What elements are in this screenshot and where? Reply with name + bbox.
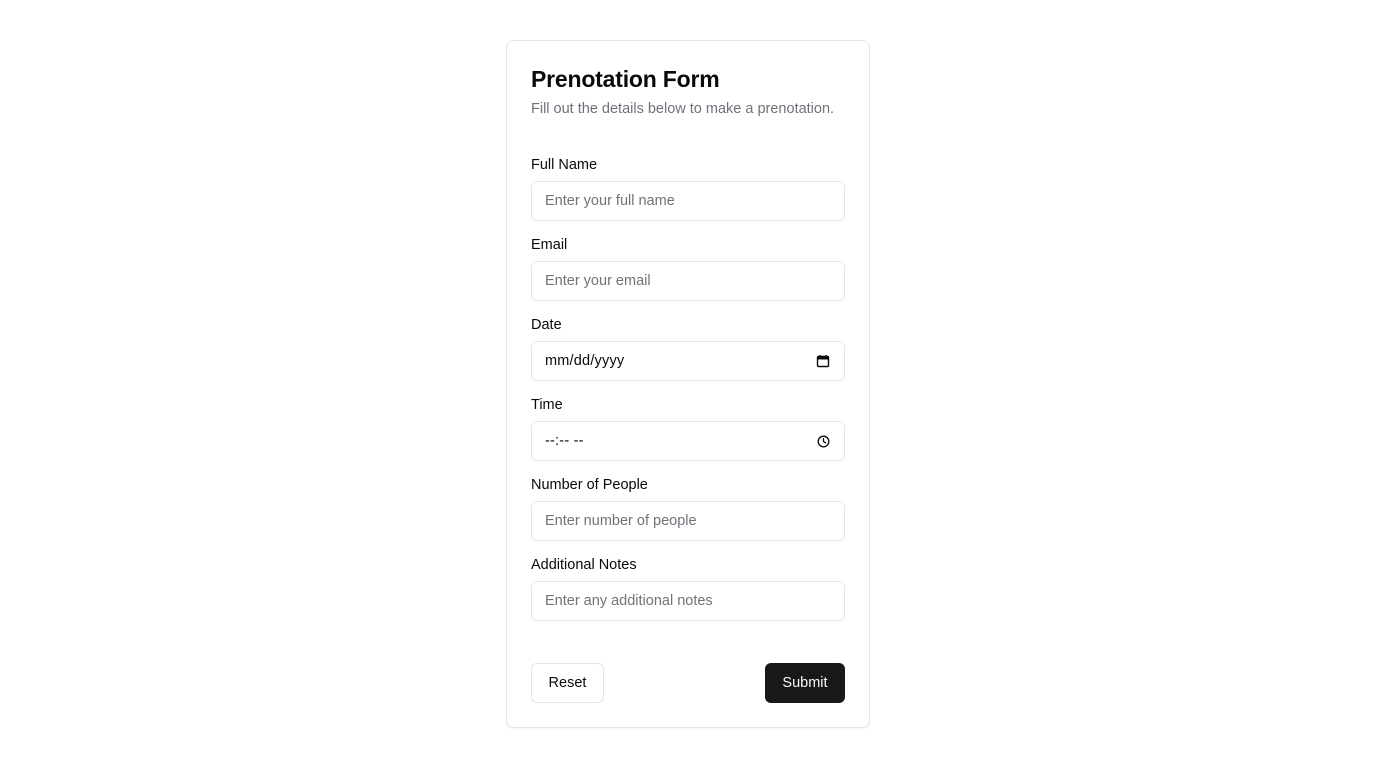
- full-name-label: Full Name: [531, 157, 598, 173]
- email-field: Email Enter your email: [531, 235, 845, 301]
- people-input[interactable]: Enter number of people: [531, 501, 845, 541]
- form-actions: Reset Submit: [531, 663, 845, 703]
- people-placeholder: Enter number of people: [545, 513, 697, 529]
- prenotation-form: Full Name Enter your full name Email Ent…: [531, 155, 845, 621]
- full-name-input[interactable]: Enter your full name: [531, 181, 845, 221]
- people-field: Number of People Enter number of people: [531, 475, 845, 541]
- form-subtitle: Fill out the details below to make a pre…: [531, 101, 835, 117]
- reset-button[interactable]: Reset: [531, 663, 604, 703]
- calendar-icon[interactable]: [816, 354, 830, 368]
- people-label: Number of People: [531, 477, 648, 493]
- notes-placeholder: Enter any additional notes: [545, 593, 713, 609]
- clock-icon[interactable]: [816, 434, 830, 448]
- time-label: Time: [531, 397, 563, 413]
- time-value: --:-- --: [545, 433, 584, 449]
- email-placeholder: Enter your email: [545, 273, 651, 289]
- date-value: mm/dd/yyyy: [545, 353, 625, 369]
- notes-field: Additional Notes Enter any additional no…: [531, 555, 845, 621]
- full-name-field: Full Name Enter your full name: [531, 155, 845, 221]
- time-input[interactable]: --:-- --: [531, 421, 845, 461]
- notes-input[interactable]: Enter any additional notes: [531, 581, 845, 621]
- time-field: Time --:-- --: [531, 395, 845, 461]
- date-input[interactable]: mm/dd/yyyy: [531, 341, 845, 381]
- full-name-placeholder: Enter your full name: [545, 193, 675, 209]
- date-field: Date mm/dd/yyyy: [531, 315, 845, 381]
- date-label: Date: [531, 317, 562, 333]
- form-title: Prenotation Form: [531, 66, 720, 92]
- submit-button[interactable]: Submit: [765, 663, 845, 703]
- email-input[interactable]: Enter your email: [531, 261, 845, 301]
- prenotation-card: Prenotation Form Fill out the details be…: [506, 40, 870, 728]
- notes-label: Additional Notes: [531, 557, 637, 573]
- email-label: Email: [531, 237, 568, 253]
